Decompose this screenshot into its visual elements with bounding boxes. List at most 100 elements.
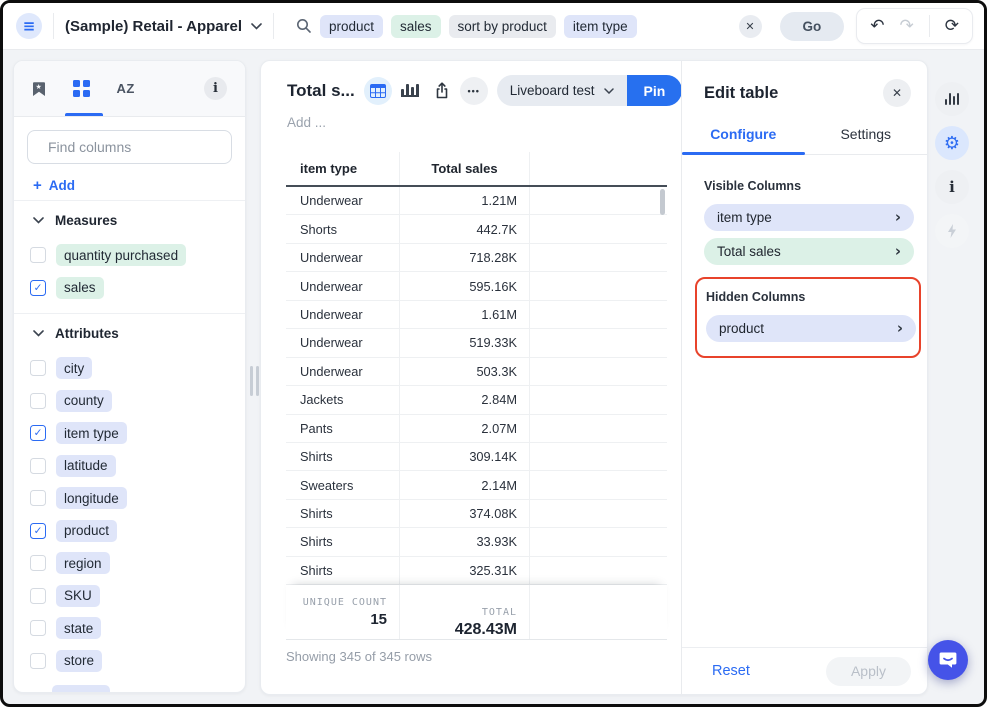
table-row[interactable]: Underwear 595.16K [286,272,667,300]
chart-config-button[interactable] [935,82,969,116]
gear-icon: ⚙ [944,133,960,154]
column-checkbox[interactable] [30,458,46,474]
tab-settings[interactable]: Settings [805,120,928,154]
undo-icon[interactable]: ↶ [870,18,884,35]
column-list-item[interactable]: SKU [14,580,245,613]
answer-description[interactable]: Add ... [287,115,326,130]
chevron-down-icon [33,330,44,337]
panel-column-chip[interactable]: product › [706,315,916,342]
column-list-item[interactable]: quantity purchased [14,239,245,272]
sort-az-icon[interactable]: AZ [117,81,135,96]
column-checkbox[interactable] [30,360,46,376]
panel-column-chip[interactable]: item type › [704,204,914,231]
column-checkbox[interactable] [30,490,46,506]
insights-button[interactable] [935,214,969,248]
liveboard-label: Liveboard test [510,83,595,98]
column-list-item[interactable]: store [14,645,245,678]
column-checkbox[interactable] [30,393,46,409]
add-column-button[interactable]: + Add [33,177,75,194]
pin-button[interactable]: Pin [627,75,683,106]
divider [273,13,274,39]
apply-button[interactable]: Apply [826,657,911,686]
column-list-item[interactable]: region [14,547,245,580]
column-chip: county [56,390,112,412]
search-bar[interactable]: product sales sort by product item type ✕ G… [285,12,856,41]
find-columns-box[interactable] [27,130,232,164]
column-checkbox[interactable]: ✓ [30,425,46,441]
column-checkbox[interactable]: ✓ [30,280,46,296]
chat-launcher[interactable] [928,640,968,680]
column-list-item[interactable]: longitude [14,482,245,515]
find-columns-input[interactable] [48,139,229,155]
column-list-item[interactable]: latitude [14,450,245,483]
search-token[interactable]: sort by product [449,15,556,38]
column-list-item[interactable]: ✓ sales [14,272,245,305]
details-button[interactable]: i [935,170,969,204]
reset-button[interactable]: Reset [712,663,750,679]
table-row[interactable]: Underwear 503.3K [286,358,667,386]
column-checkbox[interactable] [30,555,46,571]
bar-chart-icon [945,93,960,105]
table-row[interactable]: Underwear 718.28K [286,244,667,272]
column-list-item[interactable]: ✓ product [14,515,245,548]
hidden-columns-label: Hidden Columns [706,290,919,304]
search-token[interactable]: product [320,15,383,38]
panel-column-chip[interactable]: Total sales › [704,238,914,265]
table-row[interactable]: Shorts 442.7K [286,215,667,243]
table-cell-total-sales: 718.28K [399,244,529,271]
column-list-item[interactable]: state [14,612,245,645]
answer-title[interactable]: Total s... [287,81,355,101]
info-icon[interactable]: i [204,77,227,100]
section-header[interactable]: Attributes [14,314,245,352]
more-options-button[interactable]: ••• [460,77,488,105]
datasource-selector[interactable]: (Sample) Retail - Apparel [65,18,262,35]
menu-button[interactable]: ≡ [16,13,42,39]
total-label: TOTAL [482,607,517,618]
refresh-icon[interactable]: ⟳ [945,18,959,35]
table-row[interactable]: Jackets 2.84M [286,386,667,414]
sidebar-resize-handle[interactable] [250,366,259,396]
tab-configure[interactable]: Configure [682,120,805,154]
table-icon [370,84,386,98]
table-cell-item-type: Shirts [286,528,399,555]
column-list-item[interactable]: city [14,352,245,385]
liveboard-dropdown[interactable]: Liveboard test [497,75,627,106]
close-icon[interactable]: ✕ [883,79,911,107]
grid-view-icon[interactable] [73,80,90,97]
table-row[interactable]: Shirts 33.93K [286,528,667,556]
table-row[interactable]: Underwear 1.61M [286,301,667,329]
column-list-item[interactable]: ✓ item type [14,417,245,450]
table-row[interactable]: Shirts 374.08K [286,500,667,528]
column-header-item-type[interactable]: item type [286,152,399,185]
search-token[interactable]: item type [564,15,637,38]
go-button[interactable]: Go [780,12,845,41]
section-header[interactable]: Measures [14,201,245,239]
column-header-total-sales[interactable]: Total sales [399,152,529,185]
table-scrollbar[interactable] [660,189,665,215]
table-cell-item-type: Underwear [286,301,399,328]
table-row[interactable]: Pants 2.07M [286,415,667,443]
colchip-label: product [719,321,764,336]
bookmark-icon[interactable]: ★ [32,81,46,97]
column-list-item[interactable]: county [14,385,245,418]
table-row[interactable]: Underwear 519.33K [286,329,667,357]
table-row[interactable]: Underwear 1.21M [286,187,667,215]
share-icon[interactable] [433,81,451,100]
search-token[interactable]: sales [391,15,441,38]
table-view-toggle[interactable] [364,77,392,105]
table-cell-item-type: Underwear [286,358,399,385]
clear-search-button[interactable]: ✕ [739,15,762,38]
chart-view-toggle[interactable] [401,84,419,97]
column-checkbox[interactable] [30,588,46,604]
table-row[interactable]: Shirts 325.31K [286,557,667,585]
table-row[interactable]: Sweaters 2.14M [286,471,667,499]
table-row[interactable]: Shirts 309.14K [286,443,667,471]
redo-icon[interactable]: ↷ [900,18,914,35]
column-checkbox[interactable]: ✓ [30,523,46,539]
settings-gear-button[interactable]: ⚙ [935,126,969,160]
table-cell-item-type: Jackets [286,386,399,413]
column-checkbox[interactable] [30,653,46,669]
column-checkbox[interactable] [30,620,46,636]
column-checkbox[interactable] [30,247,46,263]
column-chip: item type [56,422,127,444]
